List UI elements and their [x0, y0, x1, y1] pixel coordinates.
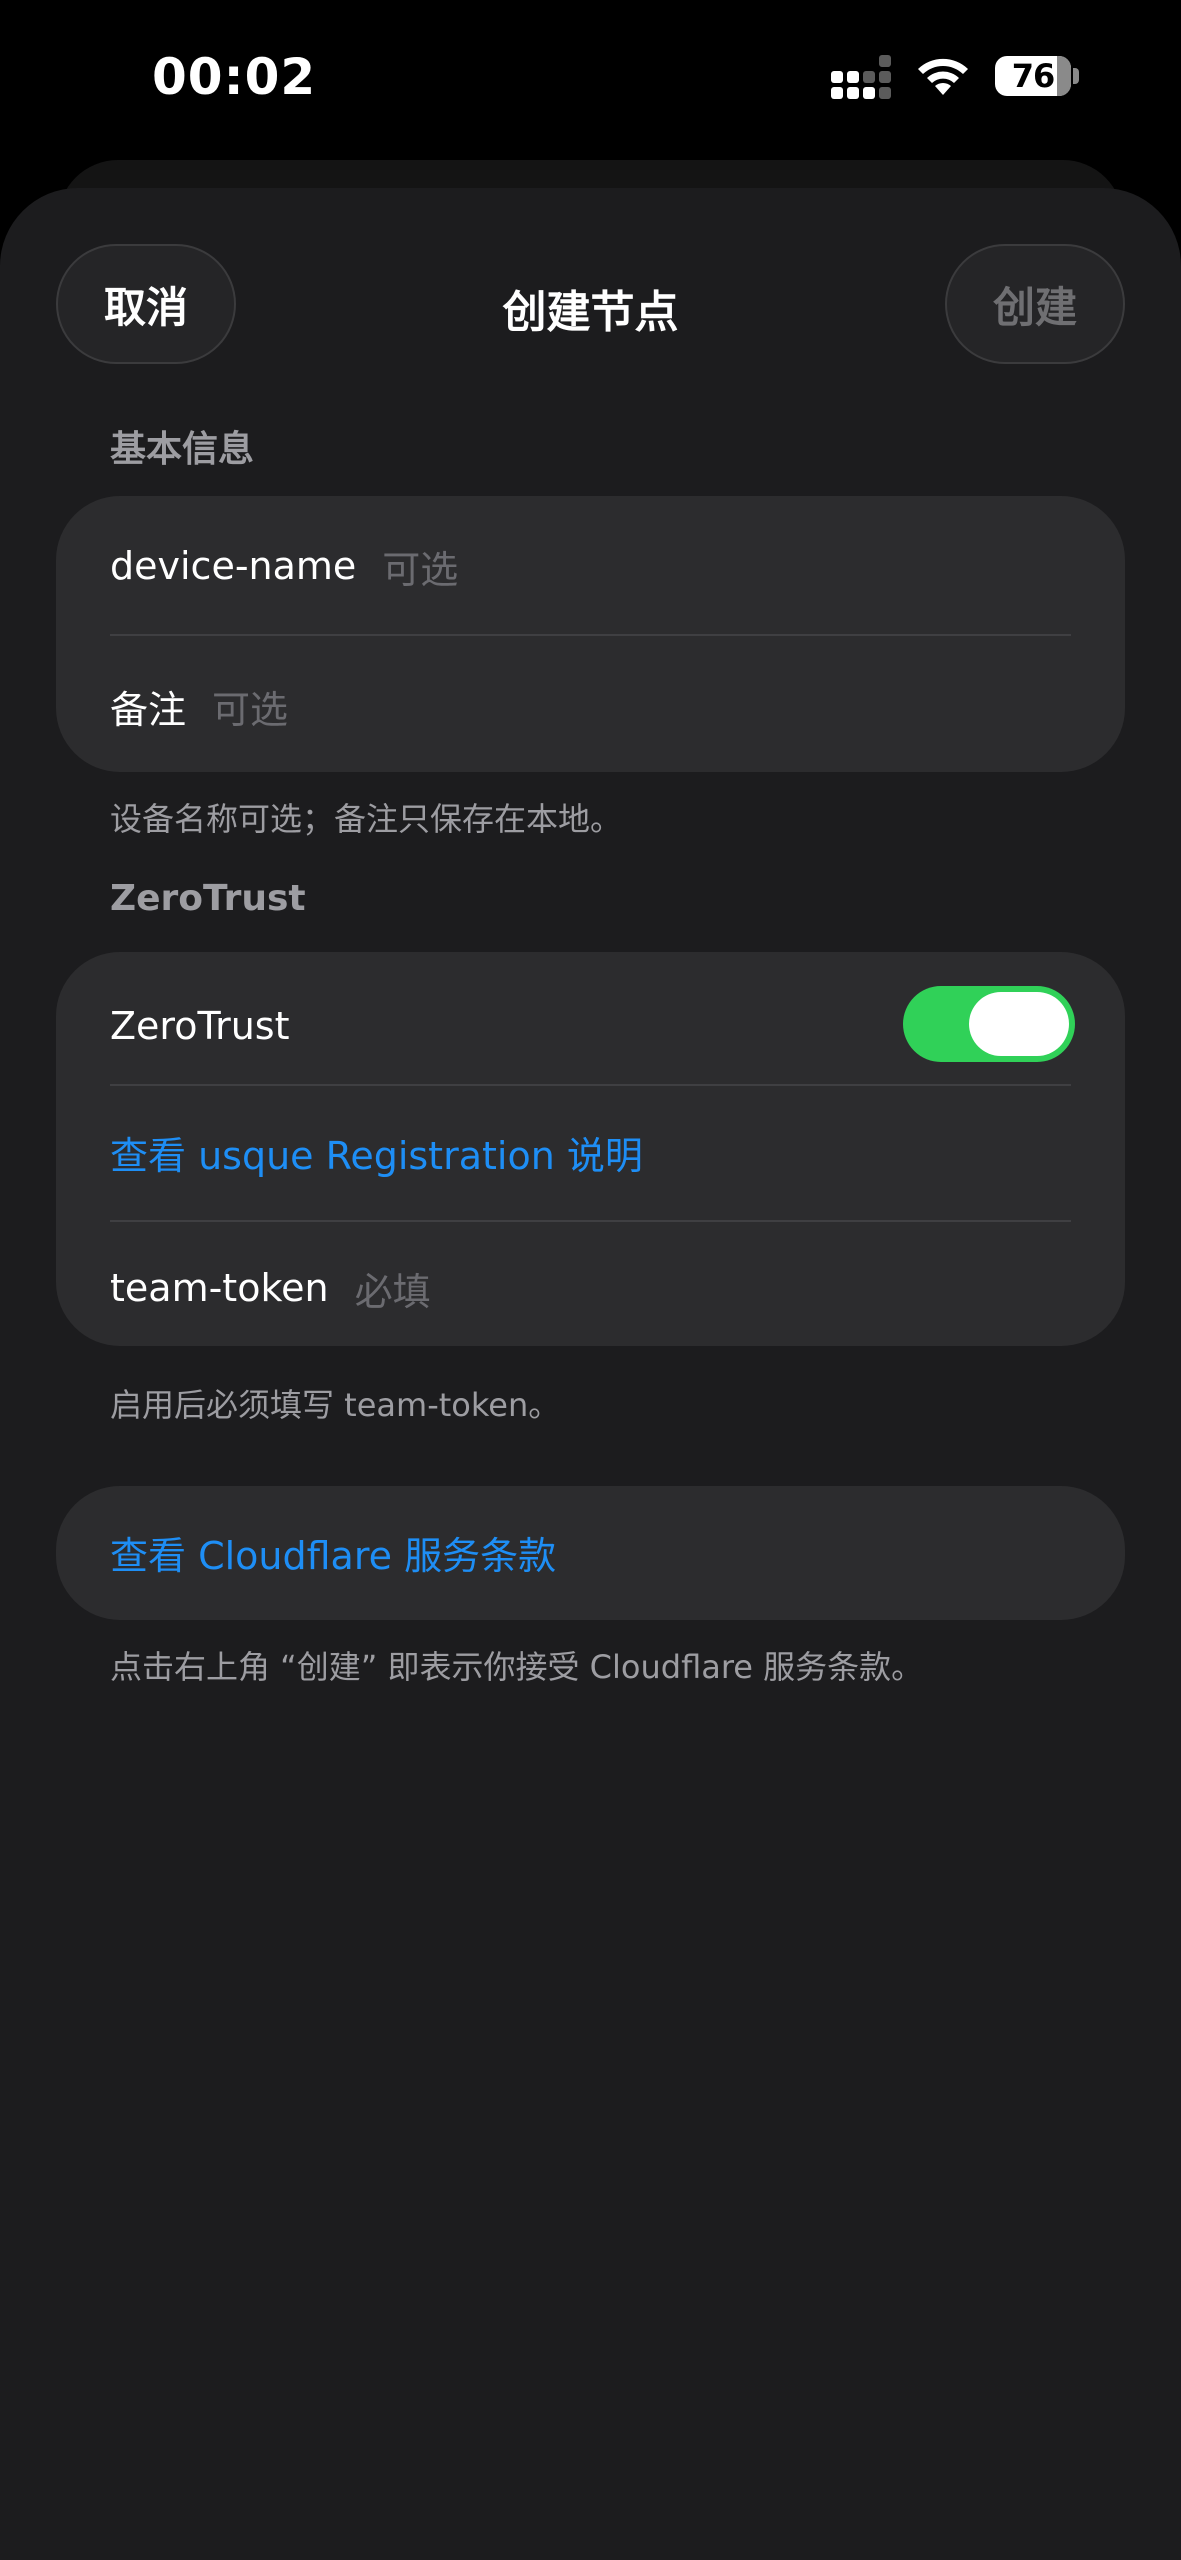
section-label-zerotrust: ZeroTrust — [110, 878, 306, 919]
wifi-icon — [918, 58, 968, 95]
team-token-label: team-token — [110, 1266, 329, 1310]
divider — [110, 1220, 1071, 1222]
team-token-placeholder: 必填 — [354, 1269, 431, 1314]
note-placeholder: 可选 — [212, 687, 289, 732]
device-name-placeholder: 可选 — [382, 547, 459, 592]
section-label-basic-info: 基本信息 — [110, 429, 255, 470]
toggle-knob — [969, 992, 1069, 1056]
zerotrust-footnote: 启用后必须填写 team-token。 — [110, 1386, 561, 1424]
basic-info-card: device-name 可选 备注 可选 — [56, 496, 1125, 772]
team-token-field[interactable]: team-token 必填 — [110, 1258, 1071, 1318]
device-name-label: device-name — [110, 544, 357, 588]
screen: 00:02 76 取消 创建节点 创建 基本信息 device-name 可选 … — [0, 0, 1181, 2560]
terms-footnote: 点击右上角 “创建” 即表示你接受 Cloudflare 服务条款。 — [110, 1648, 924, 1686]
divider — [110, 634, 1071, 636]
note-field[interactable]: 备注 可选 — [110, 676, 1071, 736]
zerotrust-card: ZeroTrust 查看 usque Registration 说明 team-… — [56, 952, 1125, 1346]
terms-card[interactable]: 查看 Cloudflare 服务条款 — [56, 1486, 1125, 1620]
cellular-signal-icon — [831, 55, 891, 99]
zerotrust-toggle-label: ZeroTrust — [110, 1004, 290, 1048]
registration-link[interactable]: 查看 usque Registration 说明 — [110, 1125, 643, 1180]
divider — [110, 1084, 1071, 1086]
terms-link-row[interactable]: 查看 Cloudflare 服务条款 — [110, 1522, 1071, 1582]
create-node-sheet: 取消 创建节点 创建 基本信息 device-name 可选 备注 可选 设备名… — [0, 188, 1181, 2560]
create-button[interactable]: 创建 — [945, 244, 1125, 364]
battery-level: 76 — [1011, 57, 1056, 95]
note-label: 备注 — [110, 687, 187, 732]
battery-icon: 76 — [995, 56, 1071, 96]
device-name-field[interactable]: device-name 可选 — [110, 536, 1071, 596]
basic-info-footnote: 设备名称可选；备注只保存在本地。 — [110, 800, 623, 838]
status-icons: 76 — [831, 55, 1079, 99]
zerotrust-toggle[interactable] — [903, 986, 1075, 1062]
registration-link-row[interactable]: 查看 usque Registration 说明 — [110, 1122, 1071, 1182]
terms-link[interactable]: 查看 Cloudflare 服务条款 — [110, 1525, 556, 1580]
status-time: 00:02 — [152, 48, 317, 106]
